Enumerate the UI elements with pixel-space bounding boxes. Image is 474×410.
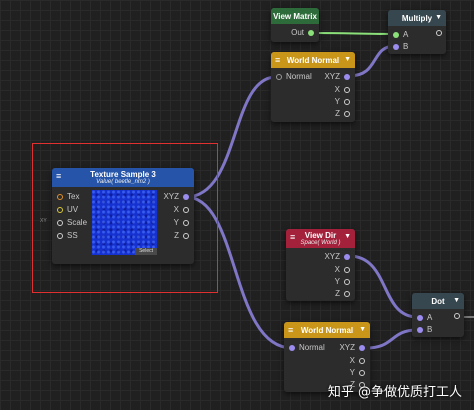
world-normal-node-top[interactable]: ≡ World Normal ▼ Normal XYZ X Y Z <box>271 52 355 122</box>
socket-icon[interactable] <box>359 369 365 376</box>
dropdown-caret-icon[interactable]: ▼ <box>344 233 351 240</box>
multiply-node[interactable]: Multiply ▼ A B <box>388 10 446 54</box>
dot-node[interactable]: Dot ▼ A B <box>412 293 464 337</box>
socket-icon[interactable] <box>344 86 350 93</box>
texture-input-ss[interactable]: SS <box>57 231 78 240</box>
socket-icon[interactable] <box>344 253 350 260</box>
dropdown-caret-icon[interactable]: ▼ <box>344 56 351 63</box>
texture-input-tex[interactable]: Tex <box>57 192 79 201</box>
watermark: 知乎 @争做优质打工人 <box>327 385 462 400</box>
socket-icon[interactable] <box>417 326 423 333</box>
world-normal-header[interactable]: ≡ World Normal ▼ <box>271 52 355 68</box>
socket-icon[interactable] <box>344 73 350 80</box>
dropdown-caret-icon[interactable]: ▼ <box>453 297 460 304</box>
socket-icon[interactable] <box>344 266 350 273</box>
world-normal-output-y[interactable]: Y <box>335 97 350 106</box>
socket-icon[interactable] <box>436 30 442 36</box>
select-texture-button[interactable]: Select <box>135 248 157 255</box>
socket-icon[interactable] <box>344 290 350 297</box>
multiply-input-a[interactable]: A <box>393 30 408 39</box>
dot-input-b[interactable]: B <box>417 325 432 334</box>
texture-input-scale[interactable]: Scale <box>57 218 87 227</box>
matrix-socket-icon[interactable] <box>308 29 314 36</box>
wire-view-dir-to-dot-a <box>348 254 418 319</box>
view-matrix-title: View Matrix <box>273 11 317 21</box>
world-normal-bottom-output-xyz[interactable]: XYZ <box>339 343 365 352</box>
wire-world-normal-bottom-to-dot-b <box>365 328 418 350</box>
socket-icon[interactable] <box>57 219 63 226</box>
socket-icon[interactable] <box>183 232 189 239</box>
socket-icon[interactable] <box>454 313 460 319</box>
menu-icon[interactable]: ≡ <box>56 172 61 181</box>
world-normal-output-z[interactable]: Z <box>335 109 350 118</box>
view-dir-output-z[interactable]: Z <box>335 289 350 298</box>
world-normal-bottom-output-x[interactable]: X <box>350 356 365 365</box>
dropdown-caret-icon[interactable]: ▼ <box>359 326 366 333</box>
world-normal-input-normal[interactable]: Normal <box>276 72 312 81</box>
socket-icon[interactable] <box>344 98 350 105</box>
texture-output-y[interactable]: Y <box>174 218 189 227</box>
dot-input-a[interactable]: A <box>417 313 432 322</box>
multiply-output[interactable] <box>436 30 442 36</box>
socket-icon[interactable] <box>57 232 63 239</box>
socket-icon[interactable] <box>276 73 282 80</box>
socket-icon[interactable] <box>289 344 295 351</box>
view-matrix-out-port[interactable]: Out <box>291 28 314 37</box>
menu-icon[interactable]: ≡ <box>275 56 280 65</box>
texture-input-uv[interactable]: UV <box>57 205 78 214</box>
world-normal-output-x[interactable]: X <box>335 85 350 94</box>
view-matrix-node[interactable]: View Matrix Out <box>271 8 319 42</box>
node-graph-canvas[interactable]: View Matrix Out Multiply ▼ A B ≡ World N… <box>0 0 474 410</box>
view-dir-header[interactable]: ≡ View Dir Space( World ) ▼ <box>286 229 355 248</box>
texture-output-z[interactable]: Z <box>174 231 189 240</box>
view-dir-output-y[interactable]: Y <box>335 277 350 286</box>
view-dir-output-x[interactable]: X <box>335 265 350 274</box>
multiply-header[interactable]: Multiply ▼ <box>388 10 446 26</box>
socket-icon[interactable] <box>417 314 423 321</box>
socket-icon[interactable] <box>359 357 365 364</box>
dropdown-caret-icon[interactable]: ▼ <box>435 14 442 21</box>
wire-view-matrix-to-multiply-a <box>312 32 396 35</box>
dot-output[interactable] <box>454 313 460 319</box>
menu-icon[interactable]: ≡ <box>288 326 293 335</box>
view-dir-node[interactable]: ≡ View Dir Space( World ) ▼ XYZ X Y Z <box>286 229 355 301</box>
socket-icon[interactable] <box>393 43 399 50</box>
texture-sample-node[interactable]: ≡ Texture Sample 3 Value( beetle_nm2 ) T… <box>40 168 194 264</box>
socket-icon[interactable] <box>344 110 350 117</box>
world-normal-bottom-header[interactable]: ≡ World Normal ▼ <box>284 322 370 338</box>
view-matrix-header[interactable]: View Matrix <box>271 8 319 24</box>
world-normal-bottom-input-normal[interactable]: Normal <box>289 343 325 352</box>
world-normal-bottom-output-y[interactable]: Y <box>350 368 365 377</box>
menu-icon[interactable]: ≡ <box>290 233 295 242</box>
socket-icon[interactable] <box>183 206 189 213</box>
scale-hint-label: XY <box>40 218 47 224</box>
socket-icon[interactable] <box>183 193 189 200</box>
world-normal-output-xyz[interactable]: XYZ <box>324 72 350 81</box>
texture-output-xyz[interactable]: XYZ <box>163 192 189 201</box>
texture-preview[interactable]: Select <box>92 190 157 255</box>
texture-sample-header[interactable]: ≡ Texture Sample 3 Value( beetle_nm2 ) <box>52 168 194 187</box>
socket-icon[interactable] <box>57 206 63 213</box>
texture-output-x[interactable]: X <box>174 205 189 214</box>
multiply-input-b[interactable]: B <box>393 42 408 51</box>
socket-icon[interactable] <box>359 344 365 351</box>
view-dir-output-xyz[interactable]: XYZ <box>324 252 350 261</box>
socket-icon[interactable] <box>57 193 63 200</box>
socket-icon[interactable] <box>393 31 399 38</box>
socket-icon[interactable] <box>183 219 189 226</box>
dot-header[interactable]: Dot ▼ <box>412 293 464 309</box>
socket-icon[interactable] <box>344 278 350 285</box>
